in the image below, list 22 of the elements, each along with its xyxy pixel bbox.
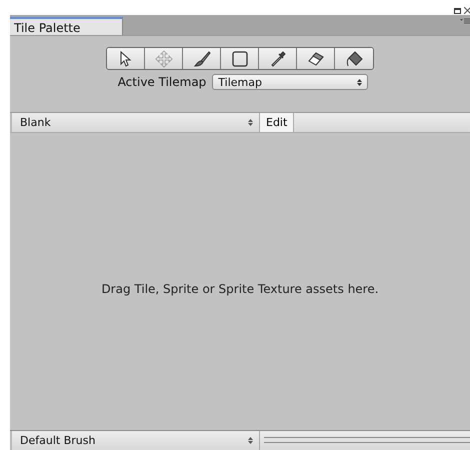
maximize-icon[interactable] xyxy=(454,8,461,14)
window-tab[interactable]: Tile Palette xyxy=(10,17,123,35)
close-icon[interactable] xyxy=(464,7,470,14)
tool-button[interactable] xyxy=(107,48,145,69)
dropdown-arrows-icon xyxy=(248,437,253,444)
tool-button[interactable] xyxy=(297,48,335,69)
tool-button[interactable] xyxy=(183,48,221,69)
dropdown-arrows-icon xyxy=(248,119,253,126)
tilemap-dropdown[interactable]: Tilemap xyxy=(212,74,368,90)
square-icon xyxy=(230,50,248,68)
dropdown-arrows-icon xyxy=(357,78,362,86)
move-arrows-icon xyxy=(154,50,172,68)
eyedropper-icon xyxy=(268,50,286,68)
brush-icon xyxy=(192,50,210,68)
tool-button[interactable] xyxy=(259,48,297,69)
edit-button[interactable]: Edit xyxy=(260,113,294,132)
paint-bucket-icon xyxy=(345,50,363,68)
eraser-icon xyxy=(306,50,324,68)
tool-button[interactable] xyxy=(221,48,259,69)
empty-message: Drag Tile, Sprite or Sprite Texture assets here. xyxy=(101,282,379,296)
field-label: Active Tilemap xyxy=(118,75,206,89)
tool-button[interactable] xyxy=(335,48,373,69)
